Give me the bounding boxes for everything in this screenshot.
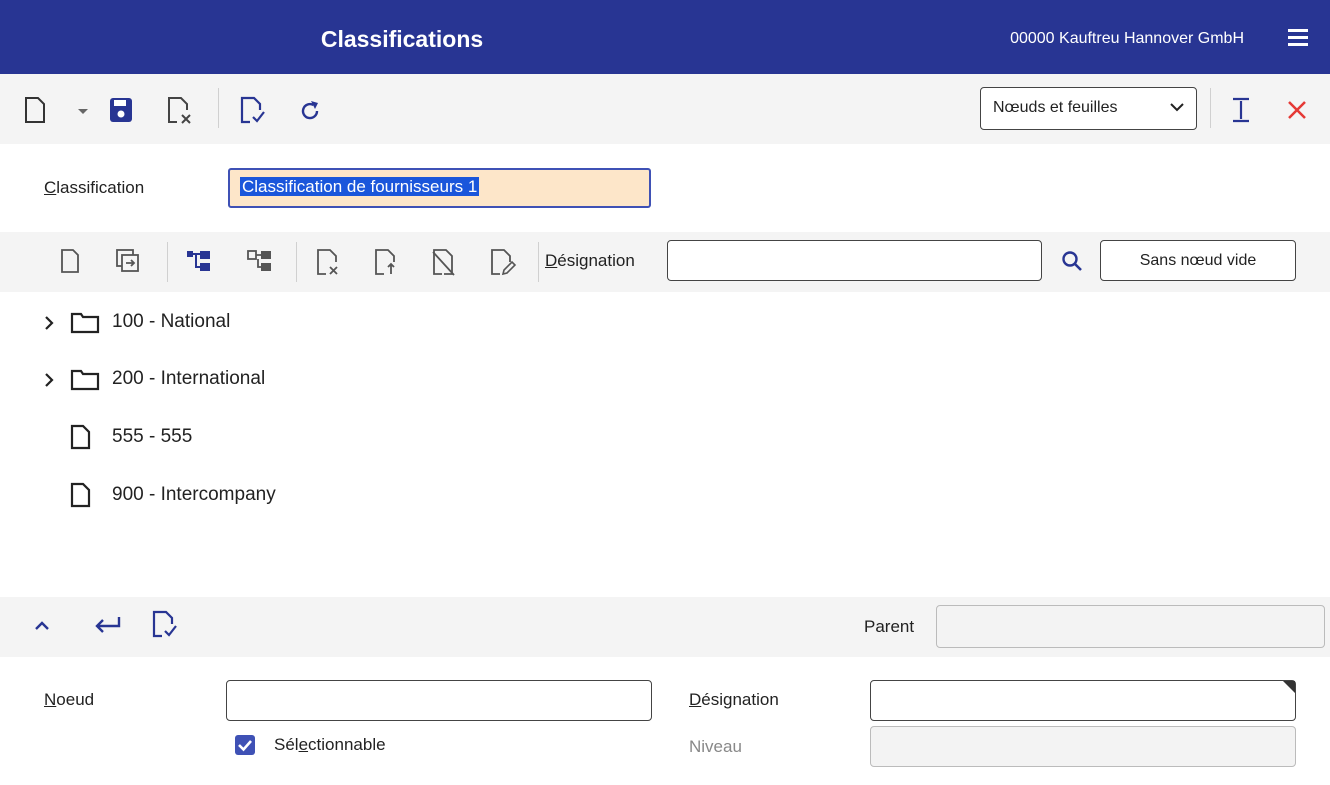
close-icon[interactable] — [1287, 100, 1307, 120]
new-document-icon[interactable] — [24, 96, 46, 124]
level-label: Niveau — [689, 737, 742, 756]
edit-node-icon[interactable] — [490, 248, 518, 278]
tree-item-label: 200 - International — [112, 368, 266, 389]
folder-icon — [70, 312, 100, 334]
tree-item[interactable]: 100 - National — [44, 307, 344, 337]
save-icon[interactable] — [109, 97, 133, 123]
toolbar-separator — [1210, 88, 1211, 128]
delete-node-icon[interactable] — [316, 248, 344, 278]
node-input[interactable] — [226, 680, 652, 721]
expand-vertical-icon[interactable] — [1230, 96, 1252, 124]
page-title: Classifications — [320, 26, 484, 52]
chevron-up-icon[interactable] — [34, 620, 50, 630]
chevron-right-icon[interactable] — [44, 316, 54, 330]
tree-item[interactable]: 900 - Intercompany — [44, 480, 344, 510]
classification-input[interactable]: Classification de fournisseurs 1 — [228, 168, 651, 208]
tree-item-label: 555 - 555 — [112, 426, 193, 447]
toolbar-separator — [218, 88, 219, 128]
designation-label: Désignation — [689, 690, 779, 709]
search-icon[interactable] — [1061, 250, 1083, 272]
chevron-down-icon[interactable] — [77, 108, 89, 116]
move-node-icon[interactable] — [374, 248, 402, 278]
folder-icon — [70, 369, 100, 391]
level-field — [870, 726, 1296, 767]
expand-tree-icon[interactable] — [186, 249, 212, 273]
classification-label: Classification — [44, 178, 145, 197]
parent-field — [936, 605, 1325, 648]
checkmark-icon — [238, 740, 252, 752]
tree-item[interactable]: 555 - 555 — [44, 422, 344, 452]
empty-node-filter-button[interactable]: Sans nœud vide — [1100, 240, 1296, 281]
hamburger-menu-icon[interactable] — [1288, 29, 1308, 47]
tree-item-label: 100 - National — [112, 311, 231, 332]
toolbar-separator — [538, 242, 539, 282]
new-node-icon[interactable] — [60, 248, 80, 274]
designation-filter-label: Désignation — [545, 251, 635, 270]
app-header: Classifications 00000 Kauftreu Hannover … — [0, 0, 1330, 74]
document-check-icon[interactable] — [240, 96, 268, 126]
chevron-down-icon — [1170, 103, 1184, 112]
document-check-icon[interactable] — [152, 610, 180, 640]
back-arrow-icon[interactable] — [93, 615, 121, 635]
selectable-checkbox[interactable] — [235, 735, 255, 755]
required-corner-marker — [1283, 681, 1295, 693]
tree-item-label: 900 - Intercompany — [112, 484, 276, 505]
copy-node-icon[interactable] — [115, 248, 141, 274]
selectable-label[interactable]: Sélectionnable — [274, 735, 386, 755]
remove-node-icon[interactable] — [432, 248, 460, 278]
toolbar-separator — [167, 242, 168, 282]
document-icon — [70, 482, 91, 508]
classification-value: Classification de fournisseurs 1 — [240, 177, 480, 196]
node-label: Noeud — [44, 690, 95, 709]
view-mode-select[interactable]: Nœuds et feuilles — [980, 87, 1197, 130]
document-icon — [70, 424, 91, 450]
designation-filter-input[interactable] — [667, 240, 1042, 281]
view-mode-value: Nœuds et feuilles — [993, 99, 1118, 116]
company-name[interactable]: 00000 Kauftreu Hannover GmbH — [1010, 30, 1244, 48]
parent-label: Parent — [864, 617, 915, 636]
designation-input[interactable] — [870, 680, 1296, 721]
refresh-icon[interactable] — [298, 99, 322, 123]
tree-item[interactable]: 200 - International — [44, 364, 344, 394]
collapse-tree-icon[interactable] — [247, 249, 273, 273]
toolbar-separator — [296, 242, 297, 282]
chevron-right-icon[interactable] — [44, 373, 54, 387]
discard-document-icon[interactable] — [167, 96, 195, 126]
